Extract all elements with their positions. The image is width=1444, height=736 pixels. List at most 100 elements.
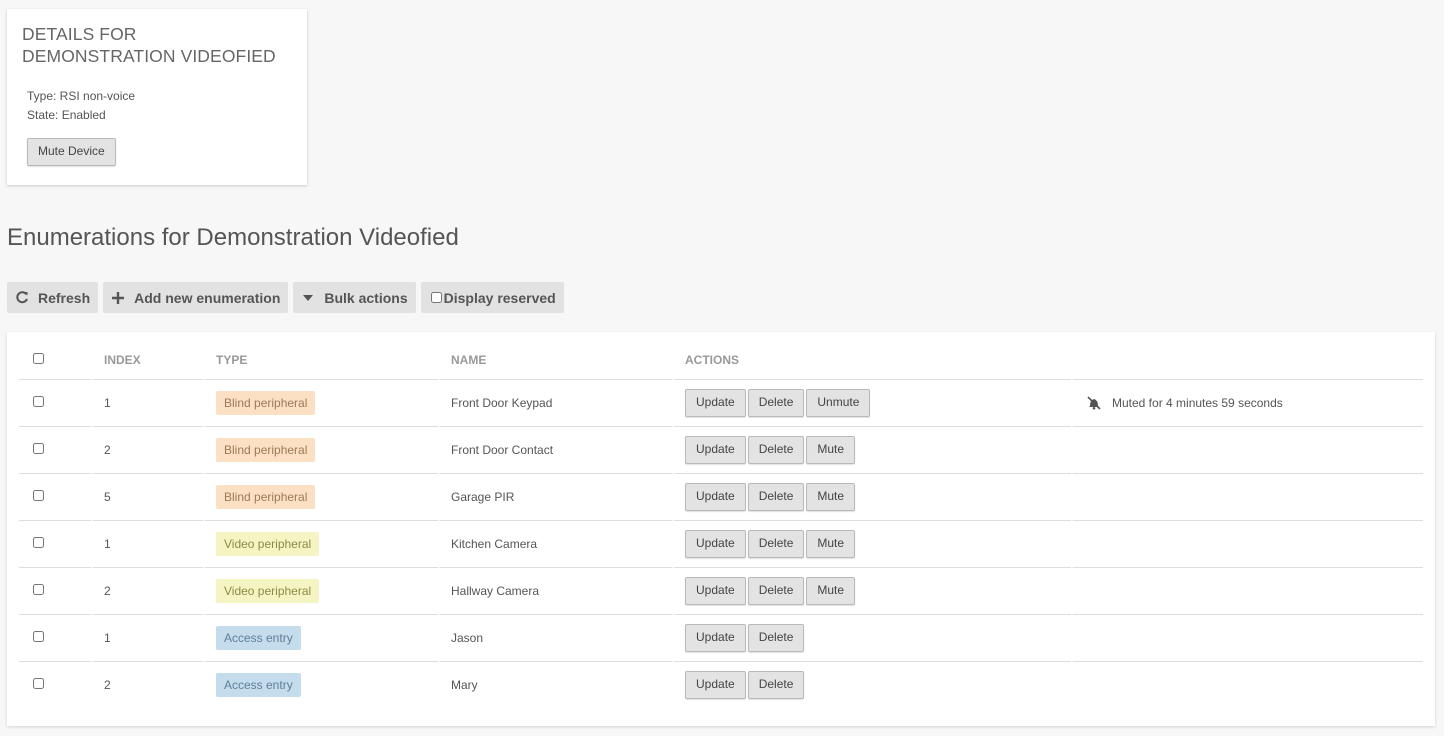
- delete-button[interactable]: Delete: [747, 530, 805, 558]
- row-status: [1071, 474, 1423, 521]
- row-status: [1071, 662, 1423, 708]
- table-row: 2 Video peripheral Hallway Camera Update Del…: [19, 568, 1423, 615]
- display-reserved-checkbox[interactable]: [430, 292, 442, 303]
- device-details-card: DETAILS FOR DEMONSTRATION VIDEOFIED Type…: [7, 9, 307, 185]
- delete-button[interactable]: Delete: [747, 624, 805, 652]
- delete-button[interactable]: Delete: [747, 577, 805, 605]
- row-actions: Update Delete Mute: [672, 521, 1071, 568]
- header-type: TYPE: [203, 341, 438, 380]
- type-badge: Access entry: [216, 673, 301, 697]
- table-row: 5 Blind peripheral Garage PIR Update Delete M…: [19, 474, 1423, 521]
- row-name: Mary: [438, 662, 672, 708]
- mute-button[interactable]: Mute: [806, 530, 856, 558]
- table-header-row: INDEX TYPE NAME ACTIONS: [19, 341, 1423, 380]
- bulk-actions-button[interactable]: Bulk actions: [293, 282, 416, 313]
- row-select-checkbox[interactable]: [33, 678, 44, 689]
- enumerations-table-card: INDEX TYPE NAME ACTIONS 1 Blind periphera…: [7, 332, 1435, 726]
- type-badge: Blind peripheral: [216, 485, 316, 509]
- table-row: 1 Blind peripheral Front Door Keypad Update…: [19, 380, 1423, 427]
- update-button[interactable]: Update: [685, 436, 746, 464]
- device-state: State: Enabled: [27, 108, 106, 122]
- row-index: 1: [91, 380, 203, 427]
- mute-button[interactable]: Mute: [806, 483, 856, 511]
- header-name: NAME: [438, 341, 672, 380]
- mute-button[interactable]: Mute: [806, 436, 856, 464]
- toolbar: Refresh Add new enumeration Bulk actions…: [7, 282, 564, 313]
- bulk-actions-label: Bulk actions: [324, 289, 408, 306]
- row-actions: Update Delete Mute: [672, 427, 1071, 474]
- delete-button[interactable]: Delete: [747, 436, 805, 464]
- device-type: Type: RSI non-voice: [27, 89, 136, 103]
- row-status: [1071, 521, 1423, 568]
- unmute-button[interactable]: Unmute: [806, 389, 871, 417]
- update-button[interactable]: Update: [685, 530, 746, 558]
- row-name: Front Door Keypad: [438, 380, 672, 427]
- delete-button[interactable]: Delete: [747, 671, 805, 699]
- select-all-checkbox[interactable]: [33, 353, 44, 364]
- muted-bell-icon: [1086, 396, 1102, 410]
- update-button[interactable]: Update: [685, 577, 746, 605]
- table-body: 1 Blind peripheral Front Door Keypad Update…: [19, 380, 1423, 708]
- row-name: Kitchen Camera: [438, 521, 672, 568]
- mute-button[interactable]: Mute: [806, 577, 856, 605]
- mute-device-button[interactable]: Mute Device: [27, 138, 116, 166]
- table-row: 2 Access entry Mary Update Delete: [19, 662, 1423, 708]
- row-actions: Update Delete Unmute: [672, 380, 1071, 427]
- header-actions: ACTIONS: [672, 341, 1071, 380]
- row-select-checkbox[interactable]: [33, 631, 44, 642]
- enumerations-table: INDEX TYPE NAME ACTIONS 1 Blind periphera…: [19, 341, 1423, 708]
- delete-button[interactable]: Delete: [747, 389, 805, 417]
- row-status: [1071, 615, 1423, 662]
- row-index: 2: [91, 427, 203, 474]
- header-status: [1071, 341, 1423, 380]
- row-name: Front Door Contact: [438, 427, 672, 474]
- row-index: 2: [91, 568, 203, 615]
- caret-down-icon: [300, 290, 316, 306]
- display-reserved-toggle[interactable]: Display reserved: [420, 282, 564, 313]
- row-index: 1: [91, 521, 203, 568]
- table-row: 2 Blind peripheral Front Door Contact Updat…: [19, 427, 1423, 474]
- table-row: 1 Access entry Jason Update Delete: [19, 615, 1423, 662]
- type-badge: Blind peripheral: [216, 391, 316, 415]
- row-actions: Update Delete: [672, 615, 1071, 662]
- type-badge: Blind peripheral: [216, 438, 316, 462]
- plus-icon: [110, 290, 126, 306]
- update-button[interactable]: Update: [685, 483, 746, 511]
- row-name: Jason: [438, 615, 672, 662]
- table-row: 1 Video peripheral Kitchen Camera Update Del…: [19, 521, 1423, 568]
- refresh-label: Refresh: [38, 289, 91, 306]
- update-button[interactable]: Update: [685, 624, 746, 652]
- row-name: Hallway Camera: [438, 568, 672, 615]
- row-actions: Update Delete: [672, 662, 1071, 708]
- add-enumeration-label: Add new enumeration: [134, 289, 281, 306]
- update-button[interactable]: Update: [685, 671, 746, 699]
- row-actions: Update Delete Mute: [672, 568, 1071, 615]
- row-select-checkbox[interactable]: [33, 490, 44, 501]
- row-select-checkbox[interactable]: [33, 584, 44, 595]
- row-index: 2: [91, 662, 203, 708]
- row-index: 1: [91, 615, 203, 662]
- row-index: 5: [91, 474, 203, 521]
- add-enumeration-button[interactable]: Add new enumeration: [103, 282, 289, 313]
- row-status: Muted for 4 minutes 59 seconds: [1071, 380, 1423, 427]
- details-title: DETAILS FOR DEMONSTRATION VIDEOFIED: [22, 24, 276, 66]
- delete-button[interactable]: Delete: [747, 483, 805, 511]
- display-reserved-label: Display reserved: [443, 289, 556, 306]
- row-status: [1071, 427, 1423, 474]
- header-index: INDEX: [91, 341, 203, 380]
- muted-status: Muted for 4 minutes 59 seconds: [1084, 396, 1423, 410]
- type-badge: Video peripheral: [216, 532, 320, 556]
- row-name: Garage PIR: [438, 474, 672, 521]
- row-status: [1071, 568, 1423, 615]
- refresh-button[interactable]: Refresh: [7, 282, 99, 313]
- row-select-checkbox[interactable]: [33, 396, 44, 407]
- muted-status-text: Muted for 4 minutes 59 seconds: [1112, 396, 1283, 410]
- row-select-checkbox[interactable]: [33, 443, 44, 454]
- row-actions: Update Delete Mute: [672, 474, 1071, 521]
- type-badge: Access entry: [216, 626, 301, 650]
- refresh-icon: [14, 290, 30, 306]
- type-badge: Video peripheral: [216, 579, 320, 603]
- update-button[interactable]: Update: [685, 389, 746, 417]
- row-select-checkbox[interactable]: [33, 537, 44, 548]
- page-title: Enumerations for Demonstration Videofied: [7, 224, 459, 251]
